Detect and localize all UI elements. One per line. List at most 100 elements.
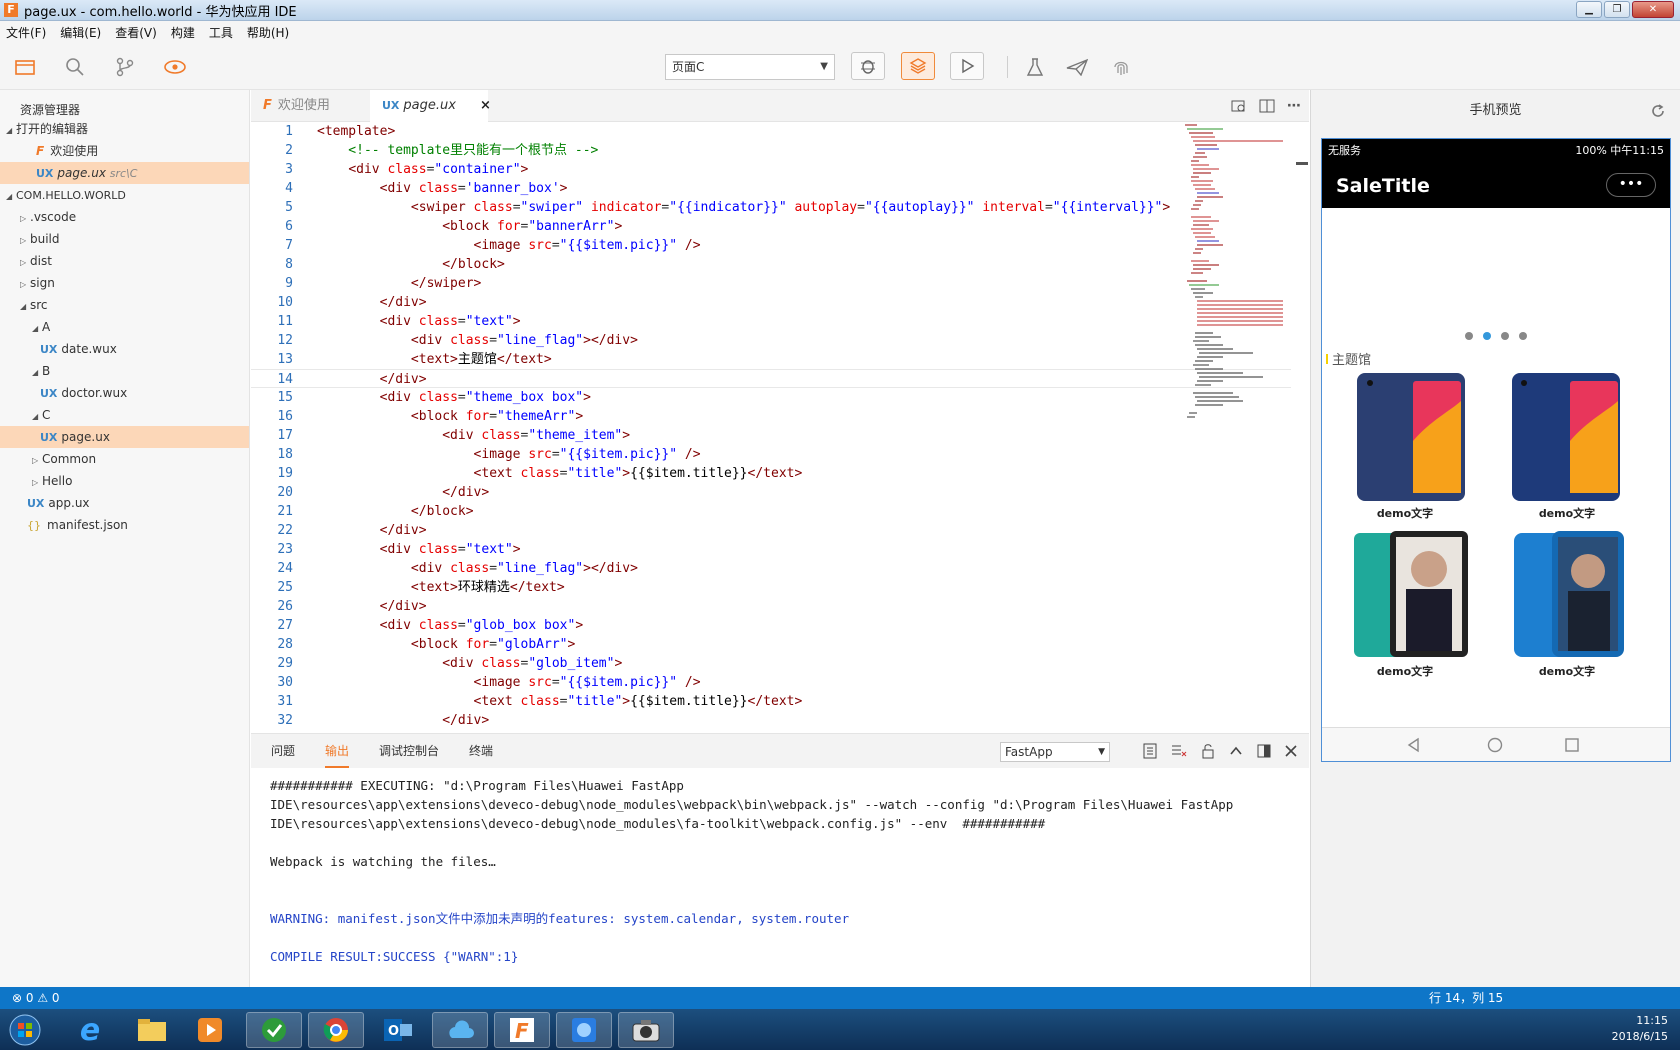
clock-date[interactable]: 2018/6/15	[1612, 1029, 1668, 1045]
home-icon[interactable]	[1487, 737, 1503, 753]
tab-page-ux[interactable]: UX page.ux ×	[370, 90, 491, 122]
tree-item-sign[interactable]: ▷ sign	[0, 272, 249, 294]
tree-item-src[interactable]: ◢ src	[0, 294, 249, 316]
back-icon[interactable]	[1406, 737, 1422, 753]
tree-item-app-ux[interactable]: UX app.ux	[0, 492, 249, 514]
minimap[interactable]	[1183, 122, 1293, 442]
tree-item-vscode[interactable]: ▷ .vscode	[0, 206, 249, 228]
system-tray: 11:15 2018/6/15	[1612, 1013, 1668, 1045]
phone-screen[interactable]: 无服务 100% 中午11:15 SaleTitle ••• 主题馆 demo文…	[1321, 138, 1671, 762]
tree-item-build[interactable]: ▷ build	[0, 228, 249, 250]
tree-item-hello[interactable]: ▷ Hello	[0, 470, 249, 492]
build-button[interactable]	[901, 52, 935, 80]
fingerprint-icon[interactable]	[1108, 54, 1134, 80]
lock-icon[interactable]	[1201, 743, 1215, 759]
flask-icon[interactable]	[1022, 54, 1048, 80]
recents-icon[interactable]	[1564, 737, 1580, 753]
run-button[interactable]	[950, 52, 984, 80]
tree-item-date-wux[interactable]: UX date.wux	[0, 338, 249, 360]
tree-item-a[interactable]: ◢ A	[0, 316, 249, 338]
menu-file[interactable]: 文件(F)	[6, 24, 46, 41]
menu-help[interactable]: 帮助(H)	[247, 24, 289, 41]
explorer-icon[interactable]	[12, 54, 38, 80]
tab-terminal[interactable]: 终端	[469, 734, 493, 768]
media-player-icon[interactable]	[182, 1012, 238, 1048]
clock-time[interactable]: 11:15	[1612, 1013, 1668, 1029]
page-select[interactable]: 页面C ▼	[665, 54, 835, 80]
indicator-dot-active[interactable]	[1483, 332, 1491, 340]
indicator-dot[interactable]	[1519, 332, 1527, 340]
menu-view[interactable]: 查看(V)	[115, 24, 157, 41]
eye-icon[interactable]	[162, 54, 188, 80]
project-label: COM.HELLO.WORLD	[16, 189, 126, 202]
output-channel-select[interactable]: FastApp ▼	[1000, 742, 1110, 762]
tree-item-label: src	[30, 298, 48, 312]
source-control-icon[interactable]	[112, 54, 138, 80]
more-actions-icon[interactable]: ⋯	[1287, 98, 1301, 114]
send-icon[interactable]	[1064, 54, 1090, 80]
minimize-button[interactable]: ▁	[1576, 1, 1602, 18]
close-tab-icon[interactable]: ×	[480, 98, 491, 113]
chrome-icon[interactable]	[308, 1012, 364, 1048]
code-editor[interactable]: 1 <template> 2 <!-- template里只能有一个根节点 -->…	[251, 122, 1309, 732]
refresh-icon[interactable]	[1650, 103, 1666, 119]
tab-debug-console[interactable]: 调试控制台	[379, 734, 439, 768]
debug-button[interactable]	[851, 52, 885, 80]
code-line: 20 </div>	[277, 485, 490, 500]
search-icon[interactable]	[62, 54, 88, 80]
close-window-button[interactable]: ✕	[1632, 1, 1674, 18]
tree-item-c[interactable]: ◢ C	[0, 404, 249, 426]
open-log-icon[interactable]	[1143, 743, 1157, 759]
problems-count[interactable]: ⊗ 0 ⚠ 0	[12, 987, 60, 1009]
cloud-app-icon[interactable]	[432, 1012, 488, 1048]
file-explorer-icon[interactable]	[124, 1012, 180, 1048]
toggle-panel-icon[interactable]	[1257, 744, 1271, 758]
menu-build[interactable]: 构建	[171, 24, 195, 41]
status-bar: ⊗ 0 ⚠ 0 行 14，列 15	[0, 987, 1680, 1009]
open-preview-icon[interactable]	[1231, 98, 1247, 114]
tab-welcome[interactable]: F 欢迎使用	[251, 90, 369, 122]
maximize-button[interactable]: ❐	[1604, 1, 1630, 18]
tab-problems[interactable]: 问题	[271, 734, 295, 768]
output-panel: 问题 输出 调试控制台 终端 FastApp ▼ ########### EXE…	[251, 733, 1309, 987]
tree-item-doctor-wux[interactable]: UX doctor.wux	[0, 382, 249, 404]
product-card[interactable]: demo文字	[1330, 529, 1480, 679]
more-menu-button[interactable]: •••	[1606, 173, 1656, 197]
app-icon[interactable]	[246, 1012, 302, 1048]
open-editors-section[interactable]: ◢ 打开的编辑器	[0, 118, 249, 140]
product-card[interactable]: demo文字	[1330, 371, 1480, 521]
menu-edit[interactable]: 编辑(E)	[60, 24, 101, 41]
ux-file-icon: UX	[36, 167, 54, 180]
project-section[interactable]: ◢ COM.HELLO.WORLD	[0, 184, 249, 206]
puzzle-app-icon[interactable]	[556, 1012, 612, 1048]
clear-output-icon[interactable]	[1171, 743, 1187, 759]
indicator-dot[interactable]	[1501, 332, 1509, 340]
indicator-dot[interactable]	[1465, 332, 1473, 340]
tree-item-b[interactable]: ◢ B	[0, 360, 249, 382]
open-editor-welcome[interactable]: F 欢迎使用	[0, 140, 249, 162]
phone-product-image	[1354, 531, 1468, 657]
tree-item-manifest[interactable]: {} manifest.json	[0, 514, 249, 536]
product-card[interactable]: demo文字	[1492, 529, 1642, 679]
chevron-up-icon[interactable]	[1229, 744, 1243, 758]
camera-app-icon[interactable]	[618, 1012, 674, 1048]
outlook-icon[interactable]: O	[370, 1012, 426, 1048]
ie-icon[interactable]: e	[62, 1012, 118, 1048]
menu-tools[interactable]: 工具	[209, 24, 233, 41]
ux-file-icon: UX	[27, 497, 45, 510]
tree-item-page-ux[interactable]: UX page.ux	[0, 426, 249, 448]
tree-item-dist[interactable]: ▷ dist	[0, 250, 249, 272]
json-file-icon: {}	[27, 519, 41, 532]
close-panel-icon[interactable]	[1285, 745, 1297, 757]
fastapp-ide-icon[interactable]: F	[494, 1012, 550, 1048]
start-button[interactable]	[0, 1012, 50, 1048]
battery-time: 100% 中午11:15	[1575, 144, 1664, 157]
split-editor-icon[interactable]	[1259, 98, 1275, 114]
open-editor-page-ux[interactable]: UX page.ux src\C	[0, 162, 249, 184]
tab-output[interactable]: 输出	[325, 734, 350, 768]
output-line: IDE\resources\app\extensions\deveco-debu…	[270, 816, 1046, 831]
tree-item-common[interactable]: ▷ Common	[0, 448, 249, 470]
product-card[interactable]: demo文字	[1492, 371, 1642, 521]
cursor-position[interactable]: 行 14，列 15	[1429, 987, 1503, 1009]
scrollbar-thumb[interactable]	[1296, 162, 1308, 165]
